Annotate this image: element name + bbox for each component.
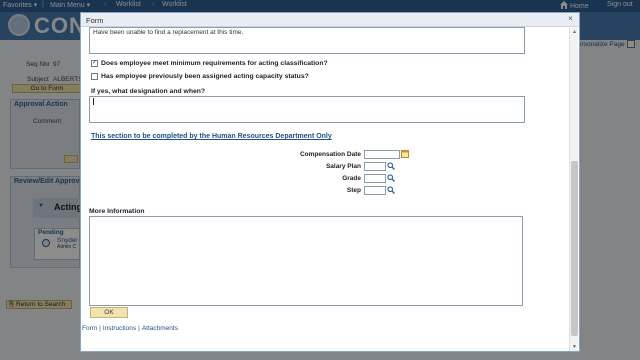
salary-plan-label: Salary Plan	[325, 163, 361, 170]
grade-label: Grade	[342, 175, 361, 182]
q2-label: Has employee previously been assigned ac…	[101, 73, 309, 80]
modal-title: Form	[86, 16, 104, 25]
modal-scrollbar[interactable]: ▲ ▼	[569, 28, 578, 351]
attachments-link[interactable]: Attachments	[142, 325, 178, 332]
link-separator: |	[138, 325, 140, 332]
scroll-up-icon[interactable]: ▲	[571, 29, 578, 35]
link-separator: |	[99, 325, 101, 332]
instructions-link[interactable]: Instructions	[103, 325, 136, 332]
step-input[interactable]	[364, 186, 386, 195]
step-label: Step	[346, 187, 361, 194]
lookup-search-icon[interactable]	[387, 186, 395, 194]
more-info-label: More Information	[89, 208, 145, 215]
q2-checkbox[interactable]	[91, 73, 98, 80]
calendar-icon[interactable]	[401, 150, 409, 158]
close-icon[interactable]: ×	[566, 15, 575, 24]
comp-date-label: Compensation Date	[299, 151, 361, 158]
q1-label: Does employee meet minimum requirements …	[101, 60, 328, 67]
hr-section-heading: This section to be completed by the Huma…	[91, 133, 332, 140]
salary-plan-input[interactable]	[364, 162, 386, 171]
text-cursor	[93, 98, 94, 105]
scroll-down-icon[interactable]: ▼	[571, 344, 578, 350]
grade-input[interactable]	[364, 174, 386, 183]
ok-button[interactable]: OK	[90, 307, 128, 318]
justification-textarea[interactable]: Have been unable to find a replacement a…	[89, 27, 525, 54]
lookup-search-icon[interactable]	[387, 162, 395, 170]
q1-checkbox[interactable]: ✓	[91, 60, 98, 67]
q3-label: If yes, what designation and when?	[91, 88, 206, 95]
form-footer-links: Form | Instructions | Attachments	[82, 325, 178, 332]
form-modal: Form × Have been unable to find a replac…	[80, 12, 580, 352]
comp-date-input[interactable]	[364, 150, 400, 159]
modal-title-bar: Form ×	[81, 13, 579, 27]
more-info-textarea[interactable]	[89, 216, 523, 306]
form-link[interactable]: Form	[82, 325, 97, 332]
scrollbar-thumb[interactable]	[571, 161, 578, 336]
designation-textarea[interactable]	[89, 96, 525, 123]
lookup-search-icon[interactable]	[387, 174, 395, 182]
